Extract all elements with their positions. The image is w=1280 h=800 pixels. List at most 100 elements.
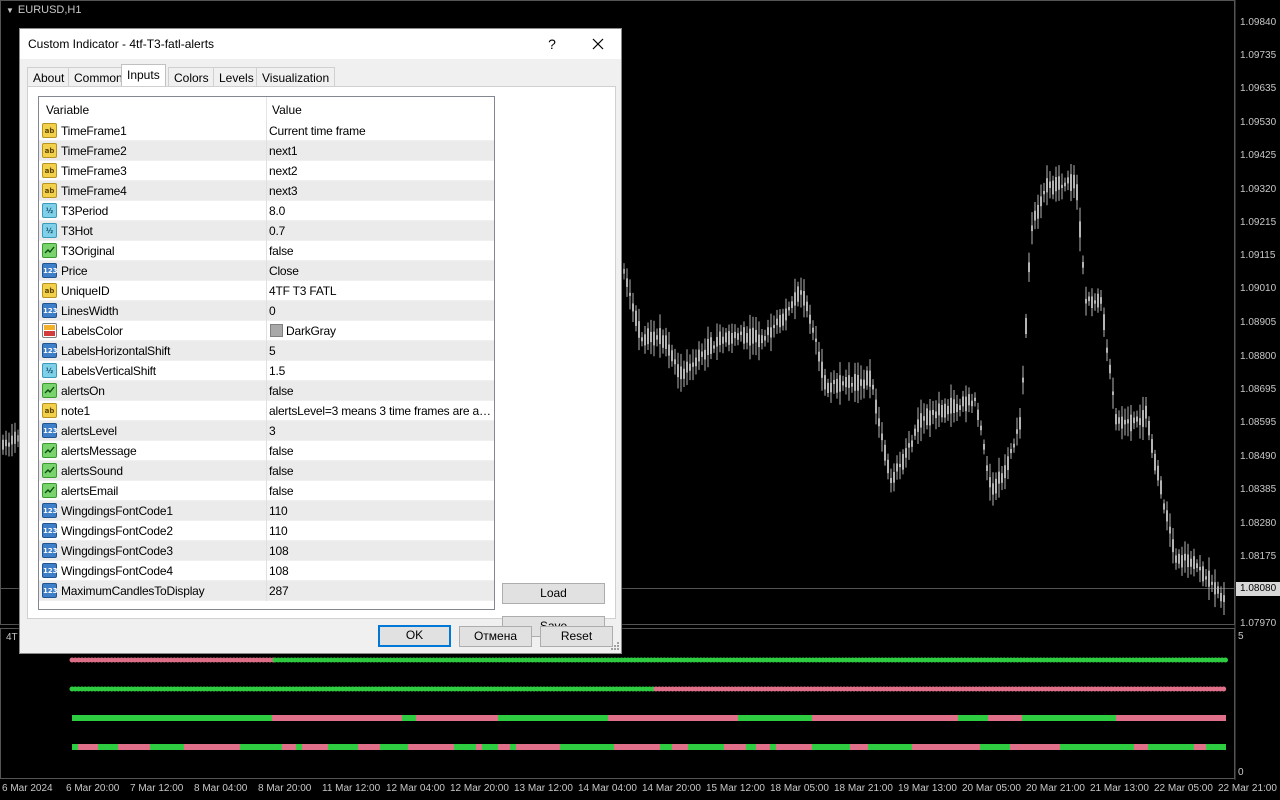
table-row[interactable]: 123 LabelsHorizontalShift 5	[39, 341, 494, 361]
resize-grip-icon[interactable]	[610, 641, 620, 651]
table-row[interactable]: ab TimeFrame2 next1	[39, 141, 494, 161]
candle-body	[2, 439, 4, 450]
candle-body	[1205, 576, 1207, 580]
price-axis-tick-label: 1.08385	[1240, 484, 1277, 495]
tab-about[interactable]: About	[27, 67, 71, 86]
table-row[interactable]: 123 WingdingsFontCode1 110	[39, 501, 494, 521]
candle-body	[1133, 417, 1135, 424]
column-divider[interactable]	[266, 97, 267, 121]
candle-body	[692, 362, 694, 367]
candle-body	[1049, 181, 1051, 188]
price-axis-tick-label: 1.08905	[1240, 317, 1277, 328]
tab-inputs[interactable]: Inputs	[121, 64, 166, 87]
variable-value[interactable]: false	[269, 244, 491, 258]
candle-body	[776, 318, 778, 326]
table-row[interactable]: 123 Price Close	[39, 261, 494, 281]
variable-value[interactable]: 110	[269, 524, 491, 538]
candle-body	[995, 478, 997, 494]
candle-body	[647, 328, 649, 345]
table-row[interactable]: ab TimeFrame4 next3	[39, 181, 494, 201]
variable-value[interactable]: 0	[269, 304, 491, 318]
variable-value[interactable]: 0.7	[269, 224, 491, 238]
variable-value[interactable]: 287	[269, 584, 491, 598]
table-row[interactable]: 123 WingdingsFontCode3 108	[39, 541, 494, 561]
time-axis-tick-label: 14 Mar 20:00	[642, 783, 701, 794]
variable-value[interactable]: false	[269, 464, 491, 478]
inputs-table[interactable]: Variable Value ab TimeFrame1 Current time …	[38, 96, 495, 610]
double-type-icon: ½	[42, 363, 57, 378]
candle-body	[1037, 204, 1039, 219]
close-button[interactable]	[586, 32, 610, 56]
reset-button[interactable]: Reset	[540, 626, 613, 647]
candle-body	[1169, 526, 1171, 534]
variable-value[interactable]: 3	[269, 424, 491, 438]
table-row[interactable]: ab TimeFrame1 Current time frame	[39, 121, 494, 141]
table-row[interactable]: 123 WingdingsFontCode2 110	[39, 521, 494, 541]
table-row[interactable]: T3Original false	[39, 241, 494, 261]
table-row[interactable]: alertsEmail false	[39, 481, 494, 501]
variable-value[interactable]: DarkGray	[286, 324, 491, 338]
candle-body	[977, 409, 979, 420]
table-row[interactable]: 123 WingdingsFontCode4 108	[39, 561, 494, 581]
variable-value[interactable]: Close	[269, 264, 491, 278]
table-row[interactable]: alertsSound false	[39, 461, 494, 481]
table-row[interactable]: ab note1 alertsLevel=3 means 3 time frames…	[39, 401, 494, 421]
candle-body	[1016, 429, 1018, 434]
table-row[interactable]: ½ T3Hot 0.7	[39, 221, 494, 241]
table-row[interactable]: alertsMessage false	[39, 441, 494, 461]
table-header: Variable Value	[39, 97, 494, 121]
price-axis-tick-label: 1.09530	[1240, 117, 1277, 128]
tab-levels[interactable]: Levels	[213, 67, 260, 86]
variable-value[interactable]: 108	[269, 564, 491, 578]
candle-body	[860, 379, 862, 386]
candle-body	[1217, 586, 1219, 594]
table-row[interactable]: 123 MaximumCandlesToDisplay 287	[39, 581, 494, 601]
color-swatch[interactable]	[270, 324, 283, 337]
table-row[interactable]: LabelsColor DarkGray	[39, 321, 494, 341]
table-row[interactable]: ab UniqueID 4TF T3 FATL	[39, 281, 494, 301]
load-button[interactable]: Load	[502, 583, 605, 604]
variable-value[interactable]: Current time frame	[269, 124, 491, 138]
variable-value[interactable]: 1.5	[269, 364, 491, 378]
candle-body	[656, 335, 658, 340]
variable-value[interactable]: 4TF T3 FATL	[269, 284, 491, 298]
tab-colors[interactable]: Colors	[168, 67, 215, 86]
integer-type-icon: 123	[42, 583, 58, 598]
candle-body	[983, 444, 985, 450]
variable-value[interactable]: false	[269, 384, 491, 398]
table-row[interactable]: ½ LabelsVerticalShift 1.5	[39, 361, 494, 381]
column-header-value[interactable]: Value	[272, 103, 302, 117]
variable-value[interactable]: next3	[269, 184, 491, 198]
cell-divider	[266, 341, 267, 361]
tab-common[interactable]: Common	[68, 67, 129, 86]
variable-value[interactable]: false	[269, 444, 491, 458]
variable-value[interactable]: 5	[269, 344, 491, 358]
candle-body	[1106, 347, 1108, 353]
table-row[interactable]: 123 alertsLevel 3	[39, 421, 494, 441]
variable-value[interactable]: alertsLevel=3 means 3 time frames are al…	[269, 404, 491, 418]
variable-value[interactable]: 108	[269, 544, 491, 558]
variable-value[interactable]: next1	[269, 144, 491, 158]
ok-button[interactable]: OK	[378, 625, 451, 647]
price-axis-tick-label: 1.09215	[1240, 217, 1277, 228]
candle-body	[863, 379, 865, 389]
cell-divider	[266, 481, 267, 501]
variable-value[interactable]: 8.0	[269, 204, 491, 218]
tab-visualization[interactable]: Visualization	[256, 67, 336, 86]
variable-value[interactable]: 110	[269, 504, 491, 518]
table-row[interactable]: ab TimeFrame3 next2	[39, 161, 494, 181]
candle-body	[728, 331, 730, 345]
variable-value[interactable]: next2	[269, 164, 491, 178]
dialog-titlebar[interactable]: Custom Indicator - 4tf-T3-fatl-alerts ?	[20, 29, 621, 59]
help-button[interactable]: ?	[542, 33, 562, 55]
table-row[interactable]: 123 LinesWidth 0	[39, 301, 494, 321]
candle-body	[959, 405, 961, 411]
candle-body	[890, 477, 892, 484]
column-header-variable[interactable]: Variable	[46, 103, 89, 117]
table-row[interactable]: ½ T3Period 8.0	[39, 201, 494, 221]
cell-divider	[266, 541, 267, 561]
variable-value[interactable]: false	[269, 484, 491, 498]
cell-divider	[266, 441, 267, 461]
table-row[interactable]: alertsOn false	[39, 381, 494, 401]
cancel-button[interactable]: Отмена	[459, 626, 532, 647]
